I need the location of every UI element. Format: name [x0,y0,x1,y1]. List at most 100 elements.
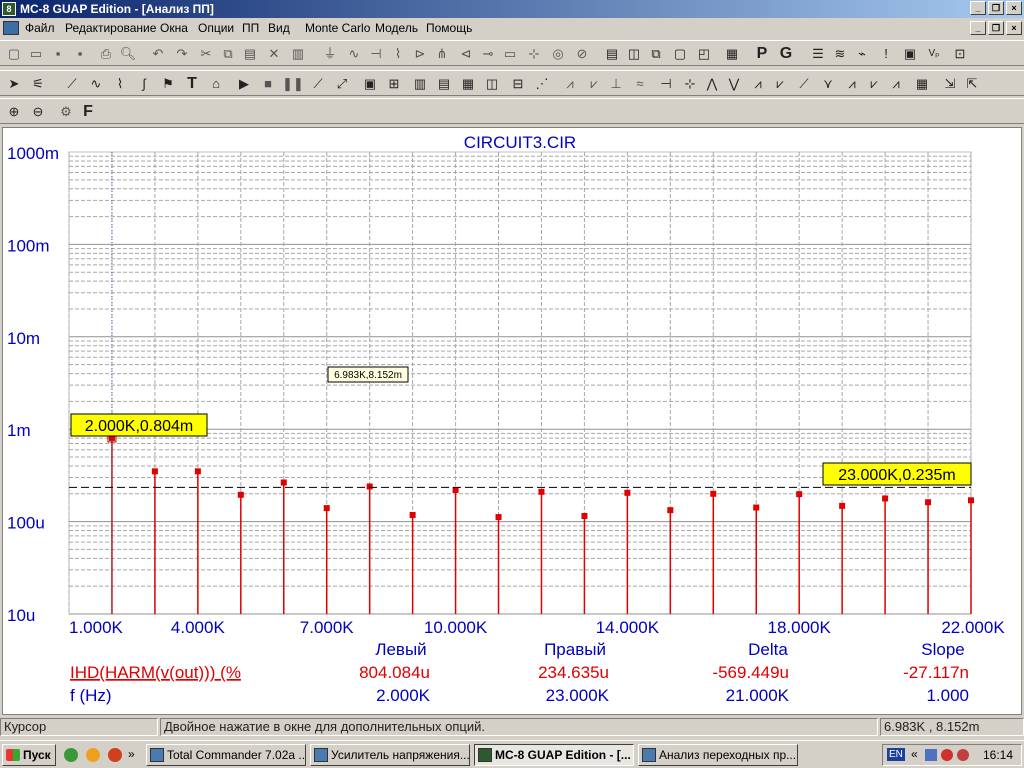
zoom-in-icon[interactable]: ⊕ [4,102,24,122]
line-arrow-icon[interactable]: ⤢ [332,74,352,94]
bold-grid-icon[interactable]: ▦ [458,74,478,94]
restore-button[interactable]: ❐ [988,1,1004,15]
info-icon[interactable]: ! [876,44,896,64]
paste-icon[interactable]: ▤ [240,44,260,64]
split-window-icon[interactable]: ◰ [694,44,714,64]
volume-icon[interactable] [957,749,969,761]
low-icon[interactable]: ≈ [630,74,650,94]
menu-pp[interactable]: ПП [239,18,262,38]
switch-icon[interactable]: ⊸ [478,44,498,64]
source-icon[interactable]: ◎ [548,44,568,64]
mdi-close-button[interactable]: × [1006,21,1022,35]
zoom-out-icon[interactable]: ⊖ [28,102,48,122]
flag-icon[interactable]: ⚑ [158,74,178,94]
close-button[interactable]: × [1006,1,1022,15]
readout-series-label[interactable]: IHD(HARM(v(out))) (% [70,663,241,682]
bezier-icon[interactable]: ⌇ [110,74,130,94]
delete-icon[interactable]: ✕ [264,44,284,64]
task-transient-analysis[interactable]: Анализ переходных пр... [638,744,798,766]
run-icon[interactable]: ▶ [234,74,254,94]
valley-icon[interactable]: ⩗ [584,74,604,94]
task-amplifier[interactable]: Усилитель напряжения... [310,744,470,766]
cursor-center-icon[interactable]: ⊹ [680,74,700,94]
scale-icon[interactable]: ⋰ [532,74,552,94]
properties-icon[interactable]: ⌂ [206,74,226,94]
tile-horizontal-icon[interactable]: ▤ [602,44,622,64]
zoom-window-icon[interactable]: ⊡ [950,44,970,64]
valley-next-icon[interactable]: ⩗ [770,74,790,94]
menu-help[interactable]: Помощь [423,18,475,38]
component-icon[interactable]: ⌁ [852,44,872,64]
inflection-icon[interactable]: ⋎ [818,74,838,94]
task-total-commander[interactable]: Total Commander 7.02a ... [146,744,306,766]
macro-icon[interactable]: ▭ [500,44,520,64]
peak-next-icon[interactable]: ⩘ [748,74,768,94]
wire-icon[interactable]: ⊹ [524,44,544,64]
stop-icon[interactable]: ■ [258,74,278,94]
calculator-icon[interactable]: ▦ [722,44,742,64]
quicklaunch-browser-icon[interactable] [86,748,100,762]
line-icon[interactable]: ⟋ [308,74,328,94]
menu-options[interactable]: Опции [195,18,237,38]
wave-icon[interactable]: ≋ [830,44,850,64]
peak-icon[interactable]: ⩘ [560,74,580,94]
probe-icon[interactable]: ⊘ [572,44,592,64]
dense-grid-icon[interactable]: ▥ [410,74,430,94]
fall-icon[interactable]: ⋁ [724,74,744,94]
grid-toggle-icon[interactable]: ⊞ [384,74,404,94]
grid-icon[interactable]: ▥ [288,44,308,64]
component-mode-icon[interactable]: ⚟ [28,74,48,94]
undo-icon[interactable]: ↶ [148,44,168,64]
menu-edit[interactable]: Редактирование [62,18,159,38]
clock[interactable]: 16:14 [983,745,1013,765]
tray-expand-icon[interactable]: « [911,747,918,761]
network-icon[interactable] [925,749,937,761]
tag-left-icon[interactable]: ⇲ [940,74,960,94]
table-icon[interactable]: ▦ [912,74,932,94]
cut-icon[interactable]: ✂ [196,44,216,64]
tile-vertical-icon[interactable]: ◫ [624,44,644,64]
global-high-icon[interactable]: ⩘ [842,74,862,94]
print-preview-icon[interactable]: 🔍︎ [118,44,138,64]
redo-icon[interactable]: ↷ [172,44,192,64]
app-icon[interactable]: 8 [2,2,16,16]
curve-icon[interactable]: ∫ [134,74,154,94]
menu-monte-carlo[interactable]: Monte Carlo [302,18,373,38]
cursor-left-icon[interactable]: ⊣ [656,74,676,94]
g-icon[interactable]: G [776,44,796,64]
open-file-icon[interactable]: ▭ [26,44,46,64]
high-icon[interactable]: ⊥ [606,74,626,94]
resistor-icon[interactable]: ∿ [344,44,364,64]
slope-icon[interactable]: ⟋ [794,74,814,94]
document-icon[interactable] [3,21,19,35]
box-grid-icon[interactable]: ◫ [482,74,502,94]
wire-mode-icon[interactable]: ⟋ [62,74,82,94]
menu-view[interactable]: Вид [265,18,293,38]
menu-model[interactable]: Модель [372,18,421,38]
task-mc8[interactable]: MC-8 GUAP Edition - [... [474,744,634,766]
diode-icon[interactable]: ⊳ [410,44,430,64]
quicklaunch-desktop-icon[interactable] [64,748,78,762]
save-icon[interactable]: ▪ [48,44,68,64]
plot-window[interactable]: CIRCUIT3.CIR 1000m 100m 10m 1m 100u 10u 1.000… [2,127,1022,715]
tag-right-icon[interactable]: ⇱ [962,74,982,94]
transistor-icon[interactable]: ⋔ [432,44,452,64]
list-icon[interactable]: ☰ [808,44,828,64]
top-icon[interactable]: ⩘ [886,74,906,94]
frame-icon[interactable]: ▣ [360,74,380,94]
minimize-button[interactable]: _ [970,1,986,15]
print-icon[interactable]: ⎙ [96,44,116,64]
menu-windows[interactable]: Окна [157,18,191,38]
inductor-icon[interactable]: ⌇ [388,44,408,64]
select-arrow-icon[interactable]: ➤ [4,74,24,94]
mdi-restore-button[interactable]: ❐ [988,21,1004,35]
quicklaunch-media-icon[interactable] [108,748,122,762]
copy-icon[interactable]: ⧉ [218,44,238,64]
minor-grid-icon[interactable]: ▤ [434,74,454,94]
language-indicator[interactable]: EN [887,748,905,761]
window-icon[interactable]: ▢ [670,44,690,64]
variables-icon[interactable]: Vₚ [924,44,944,64]
antivirus-icon[interactable] [941,749,953,761]
rise-icon[interactable]: ⋀ [702,74,722,94]
mdi-minimize-button[interactable]: _ [970,21,986,35]
